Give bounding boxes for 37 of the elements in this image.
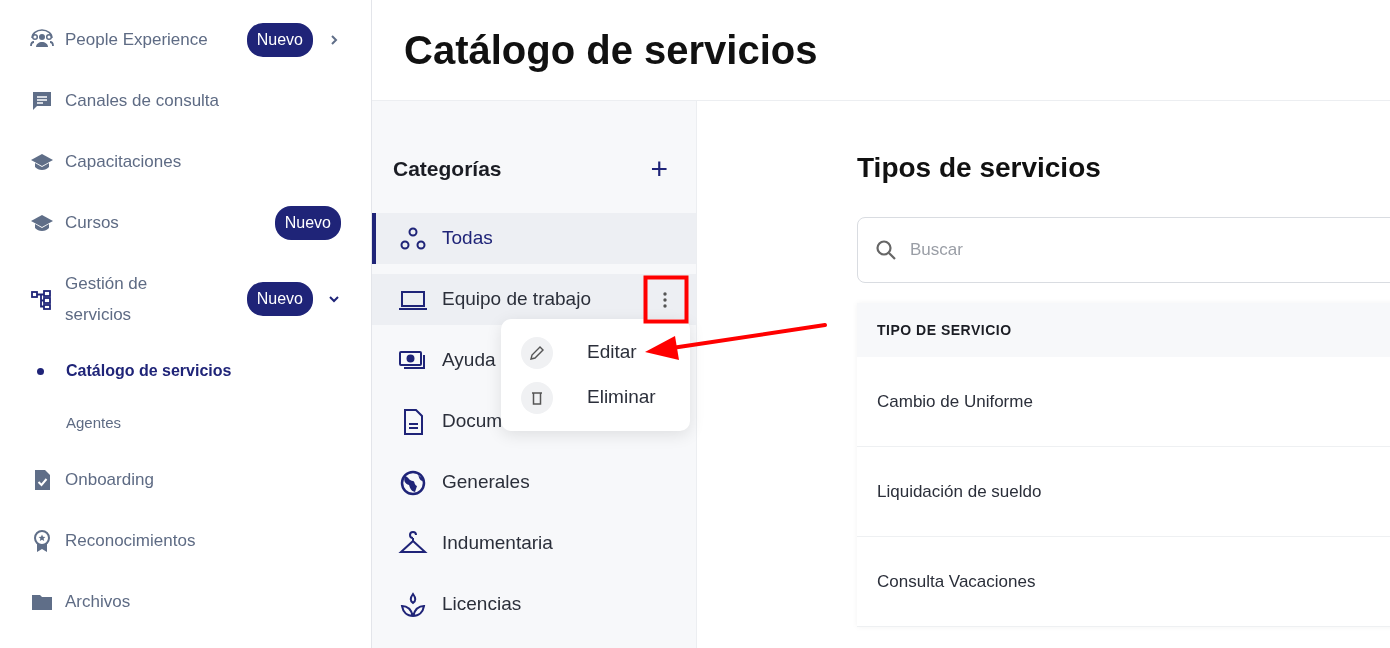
- menu-item[interactable]: People Experience: [65, 26, 247, 53]
- categories-heading: Categorías: [393, 156, 502, 183]
- highlight-rectangle: [643, 275, 689, 324]
- submenu-item[interactable]: Catálogo de servicios: [66, 359, 232, 383]
- search-field[interactable]: Buscar: [857, 217, 1390, 283]
- menu-item[interactable]: Reconocimientos: [65, 527, 341, 554]
- new-badge: Nuevo: [274, 205, 341, 240]
- category-item[interactable]: Equipo de trabajo: [372, 274, 696, 325]
- category-item[interactable]: Licencias: [372, 579, 542, 630]
- circles-icon: [398, 225, 428, 252]
- hierarchy-icon: [30, 287, 54, 311]
- trash-icon: [529, 389, 545, 406]
- menu-item[interactable]: Gestión de servicios: [65, 268, 180, 330]
- menu-item[interactable]: Canales de consulta: [65, 87, 341, 114]
- new-badge: Nuevo: [246, 22, 313, 57]
- lotus-icon: [398, 591, 428, 618]
- menu-item[interactable]: Archivos: [65, 588, 341, 615]
- category-item[interactable]: Indumentaria: [372, 518, 573, 569]
- page-title: Catálogo de servicios: [404, 27, 818, 74]
- column-header: TIPO DE SERVICIO: [857, 303, 1390, 357]
- menu-item[interactable]: Cursos: [65, 209, 275, 236]
- category-item[interactable]: Generales: [372, 457, 550, 508]
- table-cell: Consulta Vacaciones: [857, 537, 1390, 627]
- add-button[interactable]: +: [646, 154, 672, 184]
- pencil-icon: [529, 344, 545, 361]
- menu-item[interactable]: Onboarding: [65, 466, 341, 493]
- submenu-item[interactable]: Agentes: [66, 411, 122, 435]
- globe-icon: [398, 469, 428, 496]
- section-title: Tipos de servicios: [857, 151, 1102, 184]
- search-icon: [875, 239, 897, 261]
- table-cell: Liquidación de sueldo: [857, 447, 1390, 537]
- new-badge: Nuevo: [246, 282, 313, 316]
- category-item[interactable]: Todas: [372, 213, 696, 264]
- bullet-dot: [37, 367, 44, 375]
- kebab-icon: [663, 291, 667, 308]
- table-cell: Cambio de Uniforme: [857, 357, 1390, 447]
- menu-item[interactable]: Capacitaciones: [65, 148, 341, 175]
